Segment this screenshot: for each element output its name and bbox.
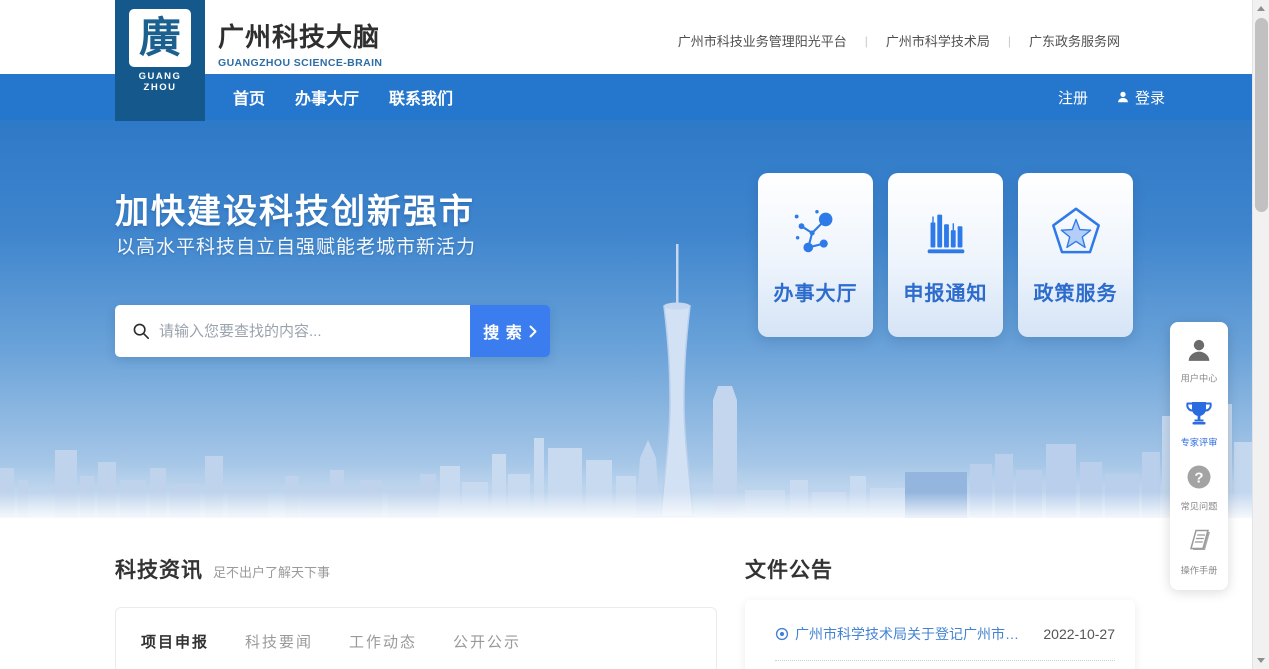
nav-item-service-hall[interactable]: 办事大厅 bbox=[295, 85, 359, 109]
scrollbar-thumb[interactable] bbox=[1255, 18, 1268, 212]
link-gov-service[interactable]: 广东政务服务网 bbox=[1029, 31, 1120, 50]
site-title: 广州科技大脑 bbox=[218, 17, 382, 54]
search-input[interactable] bbox=[159, 305, 459, 357]
tab-science-news[interactable]: 科技要闻 bbox=[245, 631, 313, 652]
hero-search-bar: 搜 索 bbox=[115, 305, 550, 357]
tool-expert-review[interactable]: 专家评审 bbox=[1170, 392, 1228, 456]
canton-tower-icon bbox=[661, 244, 693, 516]
logo-city-text: GUANG ZHOU bbox=[115, 71, 205, 93]
announcement-link[interactable]: 广州市科学技术局关于登记广州市高水平企... bbox=[795, 624, 1031, 644]
tool-label: 常见问题 bbox=[1172, 499, 1225, 513]
login-label: 登录 bbox=[1135, 87, 1165, 108]
pentagon-star-icon bbox=[1047, 201, 1105, 263]
nav-item-contact[interactable]: 联系我们 bbox=[389, 85, 453, 109]
news-title: 科技资讯 bbox=[115, 554, 203, 584]
register-link[interactable]: 注册 bbox=[1058, 87, 1088, 108]
tool-label: 操作手册 bbox=[1172, 563, 1225, 577]
user-icon bbox=[1186, 338, 1212, 362]
bullet-circle-icon bbox=[775, 627, 789, 641]
announcement-item[interactable]: 广州市科学技术局关于登记广州市高水平企... 2022-10-27 bbox=[775, 624, 1115, 661]
card-label: 申报通知 bbox=[904, 277, 988, 306]
site-subtitle: GUANGZHOU SCIENCE-BRAIN bbox=[218, 57, 382, 69]
trophy-icon bbox=[1185, 400, 1213, 426]
card-declaration-notice[interactable]: 申报通知 bbox=[888, 173, 1003, 337]
brand: 广州科技大脑 GUANGZHOU SCIENCE-BRAIN bbox=[218, 17, 382, 69]
card-label: 办事大厅 bbox=[774, 277, 858, 306]
site-logo[interactable]: 廣 GUANG ZHOU bbox=[115, 0, 205, 121]
tool-manual[interactable]: 操作手册 bbox=[1170, 520, 1228, 584]
announcement-card: 广州市科学技术局关于登记广州市高水平企... 2022-10-27 bbox=[745, 600, 1135, 669]
scroll-down-arrow[interactable] bbox=[1253, 653, 1269, 669]
search-button[interactable]: 搜 索 bbox=[470, 305, 550, 357]
link-sunshine-platform[interactable]: 广州市科技业务管理阳光平台 bbox=[678, 31, 847, 50]
molecule-icon bbox=[787, 201, 845, 263]
login-link[interactable]: 登录 bbox=[1116, 87, 1165, 108]
content-section: 科技资讯 足不出户了解天下事 项目申报 科技要闻 工作动态 公开公示 文件公告 bbox=[0, 518, 1252, 669]
card-label: 政策服务 bbox=[1034, 277, 1118, 306]
auth-area: 注册 登录 bbox=[1058, 87, 1165, 108]
bar-chart-icon bbox=[917, 201, 975, 263]
search-button-label: 搜 索 bbox=[483, 319, 522, 343]
nav-item-home[interactable]: 首页 bbox=[233, 85, 265, 109]
announcement-title: 文件公告 bbox=[745, 554, 833, 584]
card-policy-service[interactable]: 政策服务 bbox=[1018, 173, 1133, 337]
user-silhouette-icon bbox=[1116, 90, 1130, 104]
svg-text:?: ? bbox=[1194, 470, 1203, 487]
nav-menu: 首页 办事大厅 联系我们 bbox=[233, 85, 453, 109]
manual-book-icon bbox=[1185, 528, 1213, 554]
scroll-up-arrow[interactable] bbox=[1253, 0, 1269, 16]
announcement-date: 2022-10-27 bbox=[1043, 626, 1115, 642]
external-links: 广州市科技业务管理阳光平台 | 广州市科学技术局 | 广东政务服务网 bbox=[678, 31, 1120, 50]
news-tabs: 项目申报 科技要闻 工作动态 公开公示 bbox=[116, 608, 716, 652]
tab-work-updates[interactable]: 工作动态 bbox=[349, 631, 417, 652]
webpage: 广州科技大脑 GUANGZHOU SCIENCE-BRAIN 广州市科技业务管理… bbox=[0, 0, 1252, 669]
tool-faq[interactable]: ? 常见问题 bbox=[1170, 456, 1228, 520]
tool-user-center[interactable]: 用户中心 bbox=[1170, 330, 1228, 392]
card-service-hall[interactable]: 办事大厅 bbox=[758, 173, 873, 337]
tab-public-notice[interactable]: 公开公示 bbox=[453, 631, 521, 652]
quick-access-cards: 办事大厅 bbox=[758, 173, 1133, 337]
hero-subtitle: 以高水平科技自立自强赋能老城市新活力 bbox=[116, 232, 476, 259]
hero-bottom-fade bbox=[0, 492, 1252, 518]
search-icon bbox=[132, 322, 150, 340]
tool-label: 专家评审 bbox=[1172, 435, 1225, 449]
link-science-bureau[interactable]: 广州市科学技术局 bbox=[886, 31, 990, 50]
logo-seal-icon: 廣 bbox=[129, 9, 191, 67]
vertical-scrollbar bbox=[1252, 0, 1269, 669]
floating-side-toolbar: 用户中心 专家评审 ? 常见问题 bbox=[1170, 322, 1228, 590]
hero-banner: 加快建设科技创新强市 以高水平科技自立自强赋能老城市新活力 搜 索 bbox=[0, 120, 1252, 518]
search-input-container bbox=[115, 305, 470, 357]
divider: | bbox=[1008, 34, 1011, 48]
news-section-header: 科技资讯 足不出户了解天下事 bbox=[115, 554, 330, 584]
question-icon: ? bbox=[1186, 464, 1212, 490]
tool-label: 用户中心 bbox=[1172, 371, 1225, 385]
tab-project-declaration[interactable]: 项目申报 bbox=[141, 631, 209, 652]
news-subtitle: 足不出户了解天下事 bbox=[213, 562, 330, 581]
announcement-section-header: 文件公告 bbox=[745, 554, 833, 584]
divider: | bbox=[865, 34, 868, 48]
hero-title: 加快建设科技创新强市 bbox=[115, 184, 475, 233]
chevron-right-icon bbox=[529, 325, 537, 338]
news-tabs-card: 项目申报 科技要闻 工作动态 公开公示 bbox=[115, 607, 717, 669]
browser-viewport: 广州科技大脑 GUANGZHOU SCIENCE-BRAIN 广州市科技业务管理… bbox=[0, 0, 1269, 669]
